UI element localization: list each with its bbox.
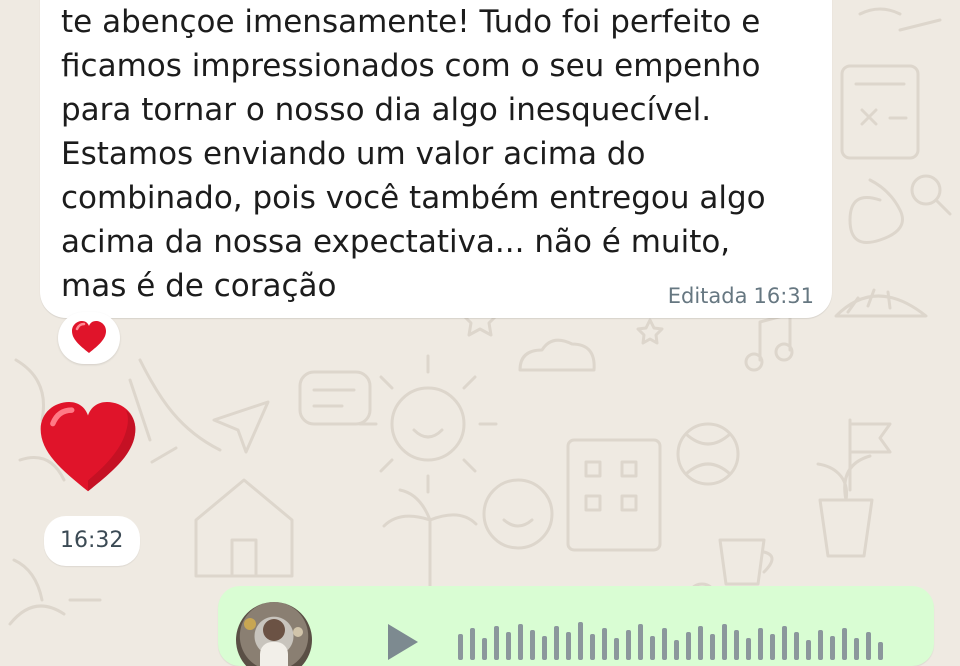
message-meta: Editada 16:31 xyxy=(668,284,814,308)
avatar[interactable] xyxy=(236,602,312,666)
message-text-line: mas é de coração xyxy=(61,268,337,304)
audio-waveform[interactable] xyxy=(458,620,918,660)
message-time: 16:32 xyxy=(60,528,124,553)
avatar-photo-icon xyxy=(244,618,303,666)
heart-emoji-icon xyxy=(72,321,106,353)
heart-message-timestamp: 16:32 xyxy=(44,516,140,566)
message-text-line: acima da nossa expectativa... não é muit… xyxy=(61,224,731,260)
message-text-line: te abençoe imensamente! Tudo foi perfeit… xyxy=(61,4,761,40)
play-icon[interactable] xyxy=(388,624,418,660)
edited-label: Editada xyxy=(667,284,748,308)
message-text-line: para tornar o nosso dia algo inesquecíve… xyxy=(61,92,712,128)
message-text-line: combinado, pois você também entregou alg… xyxy=(61,180,766,216)
outgoing-voice-message-bubble[interactable] xyxy=(218,586,934,666)
heart-emoji-message[interactable] xyxy=(38,402,138,498)
heart-emoji-icon xyxy=(40,402,136,492)
incoming-message-bubble[interactable]: te abençoe imensamente! Tudo foi perfeit… xyxy=(40,0,832,318)
message-time: 16:31 xyxy=(753,284,814,308)
reaction-badge[interactable] xyxy=(58,312,120,364)
message-text-line: Estamos enviando um valor acima do xyxy=(61,136,646,172)
message-text-line: ficamos impressionados com o seu empenho xyxy=(61,48,761,84)
